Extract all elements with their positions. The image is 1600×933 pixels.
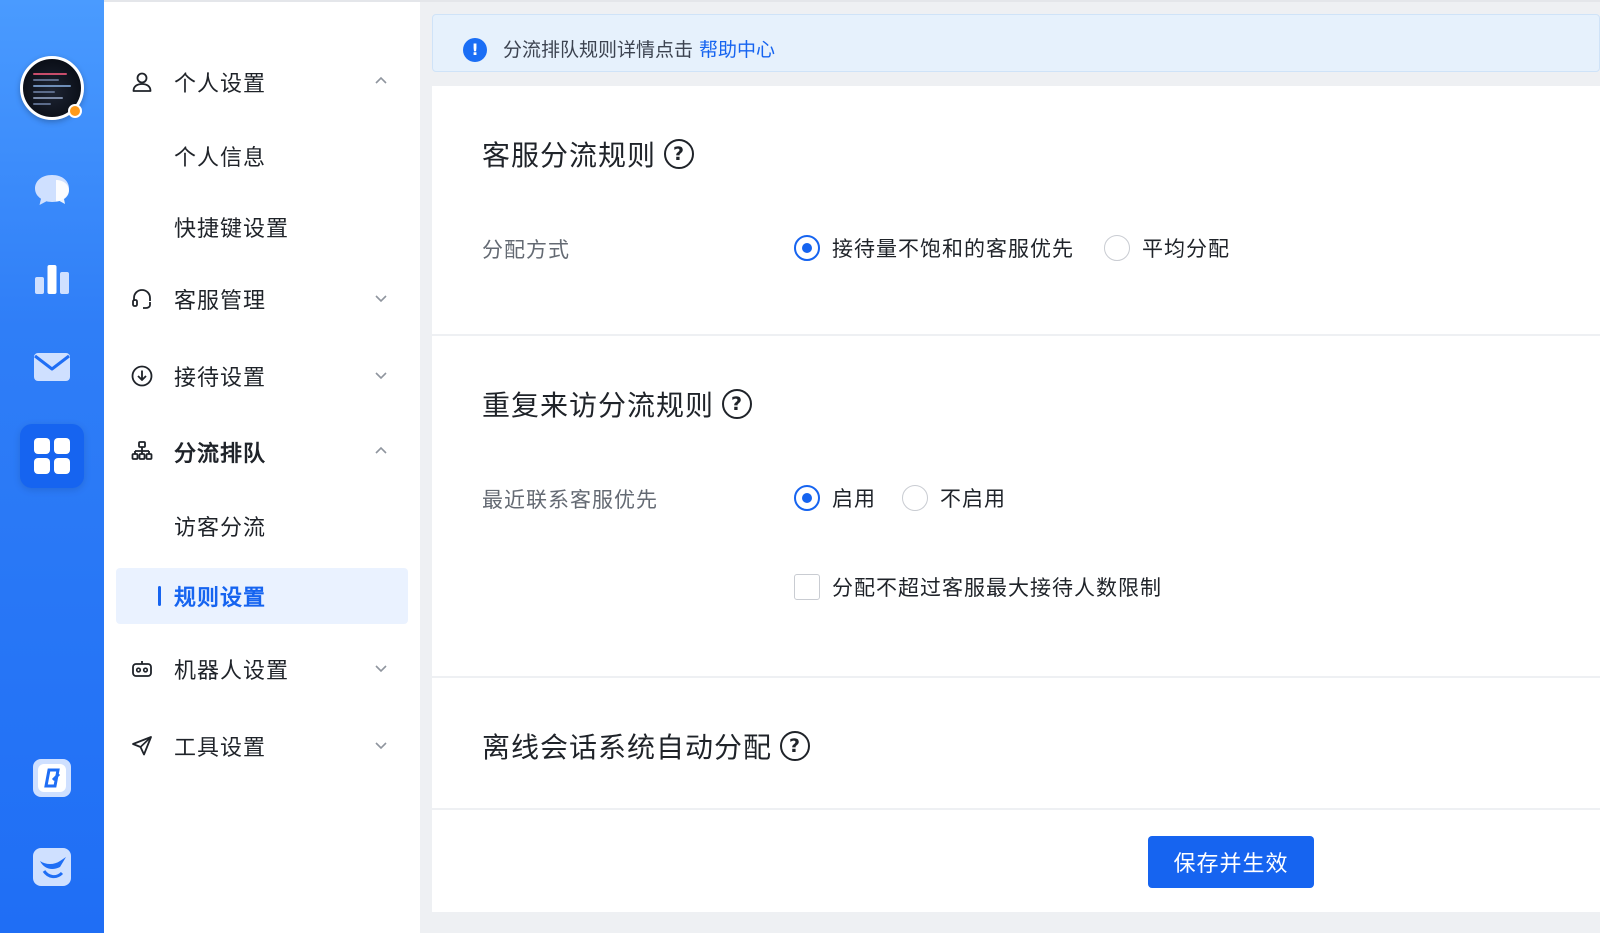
radio-circle	[902, 485, 928, 511]
chevron-up-icon	[375, 76, 387, 84]
chevron-down-icon	[375, 742, 387, 750]
menu-group-label: 客服管理	[174, 289, 267, 314]
radio-circle	[794, 485, 820, 511]
radio-label: 不启用	[940, 487, 1006, 511]
chevron-down-icon	[375, 665, 387, 673]
radio-label: 启用	[832, 487, 876, 511]
menu-group-label: 个人设置	[174, 72, 267, 97]
section-title: 离线会话系统自动分配 ?	[482, 726, 811, 766]
menu-item-label: 访客分流	[174, 516, 267, 541]
alert-text: 分流排队规则详情点击 帮助中心	[503, 39, 776, 61]
help-icon[interactable]: ?	[664, 139, 695, 169]
revisit-rule-section: 重复来访分流规则 ? 最近联系客服优先 启用 不启用 分配不超过客服最大接待人数…	[432, 336, 1600, 676]
menu-item-label: 个人信息	[174, 146, 267, 171]
settings-menu: 个人设置 个人信息 快捷键设置 客服管理 接待设置 分流排队 访客分流 规则设置…	[104, 2, 420, 933]
help-center-link[interactable]: 帮助中心	[699, 39, 775, 61]
radio-enable[interactable]: 启用	[794, 483, 876, 513]
section-title: 重复来访分流规则 ?	[482, 384, 753, 424]
info-icon: !	[463, 38, 487, 62]
max-capacity-checkbox[interactable]: 分配不超过客服最大接待人数限制	[794, 572, 1162, 602]
app-logo-icon[interactable]	[20, 746, 84, 810]
chart-icon[interactable]	[20, 246, 84, 310]
checkbox-box	[794, 574, 820, 600]
robot-icon	[132, 661, 152, 677]
offline-assign-section: 离线会话系统自动分配 ?	[432, 678, 1600, 808]
save-button[interactable]: 保存并生效	[1148, 836, 1314, 888]
radio-unsaturated-first[interactable]: 接待量不饱和的客服优先	[794, 233, 1074, 263]
menu-group-personal[interactable]: 个人设置	[104, 54, 420, 110]
menu-group-label: 工具设置	[174, 736, 267, 761]
menu-group-label: 机器人设置	[174, 659, 290, 684]
chevron-down-icon	[375, 295, 387, 303]
radio-disable[interactable]: 不启用	[902, 483, 1006, 513]
org-chart-icon	[131, 441, 153, 460]
chevron-down-icon	[375, 372, 387, 380]
active-indicator	[158, 586, 161, 606]
help-icon[interactable]: ?	[780, 731, 811, 761]
menu-item-shortcuts[interactable]: 快捷键设置	[116, 199, 408, 255]
footer-bar	[432, 810, 1600, 912]
menu-item-personal-info[interactable]: 个人信息	[116, 128, 408, 184]
mail-icon[interactable]	[20, 335, 84, 399]
radio-circle	[1104, 235, 1130, 261]
status-dot	[68, 104, 82, 118]
field-label: 最近联系客服优先	[482, 488, 658, 512]
apps-icon[interactable]	[20, 424, 84, 488]
radio-label: 接待量不饱和的客服优先	[832, 237, 1074, 261]
menu-group-tools[interactable]: 工具设置	[104, 718, 420, 774]
dispatch-rule-section: 客服分流规则 ? 分配方式 接待量不饱和的客服优先 平均分配	[432, 86, 1600, 334]
chevron-up-icon	[375, 446, 387, 454]
checkbox-label: 分配不超过客服最大接待人数限制	[832, 576, 1162, 600]
headset-icon	[132, 289, 151, 309]
user-icon	[132, 72, 152, 92]
menu-item-visitor-dispatch[interactable]: 访客分流	[116, 498, 408, 554]
menu-item-label: 规则设置	[174, 586, 267, 611]
info-alert: ! 分流排队规则详情点击 帮助中心	[432, 14, 1600, 72]
send-icon	[132, 736, 152, 756]
main-content: ! 分流排队规则详情点击 帮助中心 客服分流规则 ? 分配方式 接待量不饱和的客…	[432, 14, 1600, 933]
nav-rail	[0, 0, 104, 933]
download-circle-icon	[131, 365, 153, 387]
menu-group-queue[interactable]: 分流排队	[104, 424, 420, 480]
menu-group-reception[interactable]: 接待设置	[104, 348, 420, 404]
menu-item-label: 快捷键设置	[174, 217, 290, 242]
help-icon[interactable]: ?	[722, 389, 753, 419]
chat-icon[interactable]	[20, 158, 84, 222]
menu-group-label: 分流排队	[174, 442, 267, 467]
section-title: 客服分流规则 ?	[482, 134, 695, 174]
menu-group-robot[interactable]: 机器人设置	[104, 641, 420, 697]
menu-group-label: 接待设置	[174, 366, 267, 391]
radio-average[interactable]: 平均分配	[1104, 233, 1230, 263]
menu-group-agent-management[interactable]: 客服管理	[104, 271, 420, 327]
field-label: 分配方式	[482, 238, 570, 262]
bird-icon[interactable]	[20, 835, 84, 899]
menu-item-rule-settings[interactable]: 规则设置	[116, 568, 408, 624]
radio-label: 平均分配	[1142, 237, 1230, 261]
radio-circle	[794, 235, 820, 261]
